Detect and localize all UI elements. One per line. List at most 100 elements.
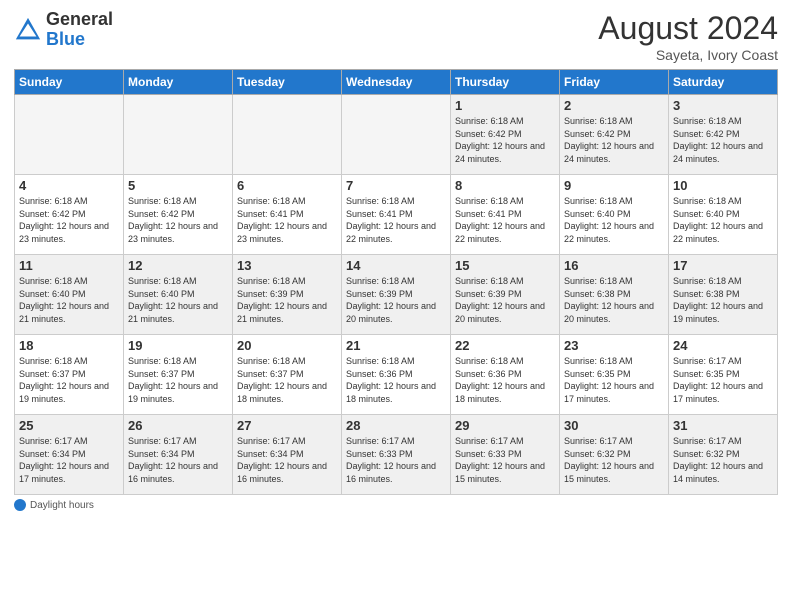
logo-general: General: [46, 9, 113, 29]
day-info: Sunrise: 6:18 AMSunset: 6:39 PMDaylight:…: [455, 275, 555, 325]
calendar-cell: [15, 95, 124, 175]
calendar-cell: 20 Sunrise: 6:18 AMSunset: 6:37 PMDayligh…: [233, 335, 342, 415]
calendar-cell: 2 Sunrise: 6:18 AMSunset: 6:42 PMDaylight…: [560, 95, 669, 175]
day-number: 16: [564, 258, 664, 273]
day-number: 15: [455, 258, 555, 273]
day-number: 1: [455, 98, 555, 113]
calendar-cell: 23 Sunrise: 6:18 AMSunset: 6:35 PMDayligh…: [560, 335, 669, 415]
day-number: 7: [346, 178, 446, 193]
month-year: August 2024: [598, 10, 778, 47]
day-info: Sunrise: 6:18 AMSunset: 6:42 PMDaylight:…: [19, 195, 119, 245]
calendar-week-0: 1 Sunrise: 6:18 AMSunset: 6:42 PMDaylight…: [15, 95, 778, 175]
day-info: Sunrise: 6:18 AMSunset: 6:35 PMDaylight:…: [564, 355, 664, 405]
day-number: 9: [564, 178, 664, 193]
calendar-week-1: 4 Sunrise: 6:18 AMSunset: 6:42 PMDaylight…: [15, 175, 778, 255]
calendar-cell: 26 Sunrise: 6:17 AMSunset: 6:34 PMDayligh…: [124, 415, 233, 495]
day-info: Sunrise: 6:18 AMSunset: 6:40 PMDaylight:…: [564, 195, 664, 245]
day-info: Sunrise: 6:18 AMSunset: 6:36 PMDaylight:…: [455, 355, 555, 405]
col-tuesday: Tuesday: [233, 70, 342, 95]
day-info: Sunrise: 6:18 AMSunset: 6:41 PMDaylight:…: [346, 195, 446, 245]
day-info: Sunrise: 6:18 AMSunset: 6:39 PMDaylight:…: [346, 275, 446, 325]
day-info: Sunrise: 6:17 AMSunset: 6:32 PMDaylight:…: [564, 435, 664, 485]
calendar-cell: 3Sunrise: 6:18 AMSunset: 6:42 PMDaylight…: [669, 95, 778, 175]
sun-icon: [14, 499, 26, 511]
calendar-cell: 17Sunrise: 6:18 AMSunset: 6:38 PMDayligh…: [669, 255, 778, 335]
day-info: Sunrise: 6:18 AMSunset: 6:40 PMDaylight:…: [673, 195, 773, 245]
day-number: 27: [237, 418, 337, 433]
location: Sayeta, Ivory Coast: [598, 47, 778, 63]
day-number: 17: [673, 258, 773, 273]
day-info: Sunrise: 6:18 AMSunset: 6:38 PMDaylight:…: [564, 275, 664, 325]
day-number: 21: [346, 338, 446, 353]
day-number: 24: [673, 338, 773, 353]
calendar-cell: 29 Sunrise: 6:17 AMSunset: 6:33 PMDayligh…: [451, 415, 560, 495]
calendar-cell: [124, 95, 233, 175]
day-info: Sunrise: 6:17 AMSunset: 6:34 PMDaylight:…: [237, 435, 337, 485]
calendar-cell: 5 Sunrise: 6:18 AMSunset: 6:42 PMDaylight…: [124, 175, 233, 255]
day-number: 10: [673, 178, 773, 193]
calendar-cell: 13Sunrise: 6:18 AMSunset: 6:39 PMDayligh…: [233, 255, 342, 335]
day-info: Sunrise: 6:18 AMSunset: 6:37 PMDaylight:…: [128, 355, 228, 405]
day-number: 8: [455, 178, 555, 193]
calendar-cell: 12 Sunrise: 6:18 AMSunset: 6:40 PMDayligh…: [124, 255, 233, 335]
day-number: 28: [346, 418, 446, 433]
day-info: Sunrise: 6:18 AMSunset: 6:37 PMDaylight:…: [237, 355, 337, 405]
day-info: Sunrise: 6:18 AMSunset: 6:42 PMDaylight:…: [455, 115, 555, 165]
footer: Daylight hours: [14, 499, 778, 511]
calendar-cell: 31 Sunrise: 6:17 AMSunset: 6:32 PMDayligh…: [669, 415, 778, 495]
header: General Blue August 2024 Sayeta, Ivory C…: [14, 10, 778, 63]
day-info: Sunrise: 6:17 AMSunset: 6:33 PMDaylight:…: [455, 435, 555, 485]
footer-label: Daylight hours: [30, 500, 94, 511]
calendar-cell: 6 Sunrise: 6:18 AMSunset: 6:41 PMDaylight…: [233, 175, 342, 255]
day-number: 30: [564, 418, 664, 433]
day-info: Sunrise: 6:17 AMSunset: 6:34 PMDaylight:…: [128, 435, 228, 485]
day-info: Sunrise: 6:18 AMSunset: 6:42 PMDaylight:…: [564, 115, 664, 165]
day-number: 20: [237, 338, 337, 353]
calendar-cell: 27 Sunrise: 6:17 AMSunset: 6:34 PMDayligh…: [233, 415, 342, 495]
day-info: Sunrise: 6:17 AMSunset: 6:35 PMDaylight:…: [673, 355, 773, 405]
calendar-cell: 7 Sunrise: 6:18 AMSunset: 6:41 PMDaylight…: [342, 175, 451, 255]
calendar-cell: 15 Sunrise: 6:18 AMSunset: 6:39 PMDayligh…: [451, 255, 560, 335]
logo-text: General Blue: [46, 10, 113, 50]
calendar-header-row: Sunday Monday Tuesday Wednesday Thursday…: [15, 70, 778, 95]
calendar-week-4: 25 Sunrise: 6:17 AMSunset: 6:34 PMDayligh…: [15, 415, 778, 495]
day-number: 12: [128, 258, 228, 273]
day-info: Sunrise: 6:18 AMSunset: 6:42 PMDaylight:…: [128, 195, 228, 245]
day-number: 13: [237, 258, 337, 273]
day-info: Sunrise: 6:17 AMSunset: 6:33 PMDaylight:…: [346, 435, 446, 485]
day-number: 26: [128, 418, 228, 433]
day-number: 6: [237, 178, 337, 193]
calendar-cell: [342, 95, 451, 175]
day-number: 11: [19, 258, 119, 273]
calendar-cell: 24 Sunrise: 6:17 AMSunset: 6:35 PMDayligh…: [669, 335, 778, 415]
day-number: 4: [19, 178, 119, 193]
calendar-cell: 19Sunrise: 6:18 AMSunset: 6:37 PMDayligh…: [124, 335, 233, 415]
day-number: 25: [19, 418, 119, 433]
day-info: Sunrise: 6:18 AMSunset: 6:41 PMDaylight:…: [237, 195, 337, 245]
logo-blue: Blue: [46, 29, 85, 49]
calendar-cell: 8Sunrise: 6:18 AMSunset: 6:41 PMDaylight…: [451, 175, 560, 255]
calendar-cell: 9 Sunrise: 6:18 AMSunset: 6:40 PMDaylight…: [560, 175, 669, 255]
title-block: August 2024 Sayeta, Ivory Coast: [598, 10, 778, 63]
day-number: 23: [564, 338, 664, 353]
calendar-table: Sunday Monday Tuesday Wednesday Thursday…: [14, 69, 778, 495]
day-info: Sunrise: 6:18 AMSunset: 6:42 PMDaylight:…: [673, 115, 773, 165]
calendar-cell: 10 Sunrise: 6:18 AMSunset: 6:40 PMDayligh…: [669, 175, 778, 255]
calendar-cell: 1 Sunrise: 6:18 AMSunset: 6:42 PMDaylight…: [451, 95, 560, 175]
day-info: Sunrise: 6:17 AMSunset: 6:32 PMDaylight:…: [673, 435, 773, 485]
day-number: 31: [673, 418, 773, 433]
day-number: 5: [128, 178, 228, 193]
col-wednesday: Wednesday: [342, 70, 451, 95]
day-info: Sunrise: 6:18 AMSunset: 6:36 PMDaylight:…: [346, 355, 446, 405]
day-info: Sunrise: 6:18 AMSunset: 6:40 PMDaylight:…: [128, 275, 228, 325]
calendar-cell: 14Sunrise: 6:18 AMSunset: 6:39 PMDayligh…: [342, 255, 451, 335]
calendar-cell: 25 Sunrise: 6:17 AMSunset: 6:34 PMDayligh…: [15, 415, 124, 495]
day-number: 2: [564, 98, 664, 113]
calendar-cell: 21 Sunrise: 6:18 AMSunset: 6:36 PMDayligh…: [342, 335, 451, 415]
calendar-week-3: 18Sunrise: 6:18 AMSunset: 6:37 PMDayligh…: [15, 335, 778, 415]
calendar-cell: 16 Sunrise: 6:18 AMSunset: 6:38 PMDayligh…: [560, 255, 669, 335]
col-friday: Friday: [560, 70, 669, 95]
day-info: Sunrise: 6:18 AMSunset: 6:40 PMDaylight:…: [19, 275, 119, 325]
day-info: Sunrise: 6:17 AMSunset: 6:34 PMDaylight:…: [19, 435, 119, 485]
day-number: 29: [455, 418, 555, 433]
